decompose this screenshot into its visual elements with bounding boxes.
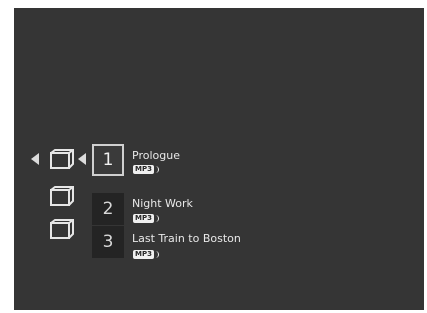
media-browser-screen: 1 Prologue MP3 2 Night Work MP3 3 Last T… <box>14 8 424 310</box>
format-badge-3: MP3 <box>133 250 159 259</box>
format-label: MP3 <box>133 214 154 223</box>
folder-icon[interactable] <box>50 149 74 169</box>
track-title-1[interactable]: Prologue <box>132 149 180 162</box>
current-folder-arrow-icon <box>78 153 86 165</box>
sound-icon <box>155 166 159 173</box>
folder-icon[interactable] <box>50 219 74 239</box>
folder-icon[interactable] <box>50 186 74 206</box>
format-badge-1: MP3 <box>133 165 159 174</box>
format-badge-2: MP3 <box>133 214 159 223</box>
format-label: MP3 <box>133 250 154 259</box>
track-title-3[interactable]: Last Train to Boston <box>132 232 241 245</box>
track-number-1[interactable]: 1 <box>92 144 124 176</box>
prev-folder-arrow-icon[interactable] <box>31 153 39 165</box>
track-number-3[interactable]: 3 <box>92 226 124 258</box>
format-label: MP3 <box>133 165 154 174</box>
track-title-2[interactable]: Night Work <box>132 197 193 210</box>
track-number-2[interactable]: 2 <box>92 193 124 225</box>
sound-icon <box>155 251 159 258</box>
sound-icon <box>155 215 159 222</box>
